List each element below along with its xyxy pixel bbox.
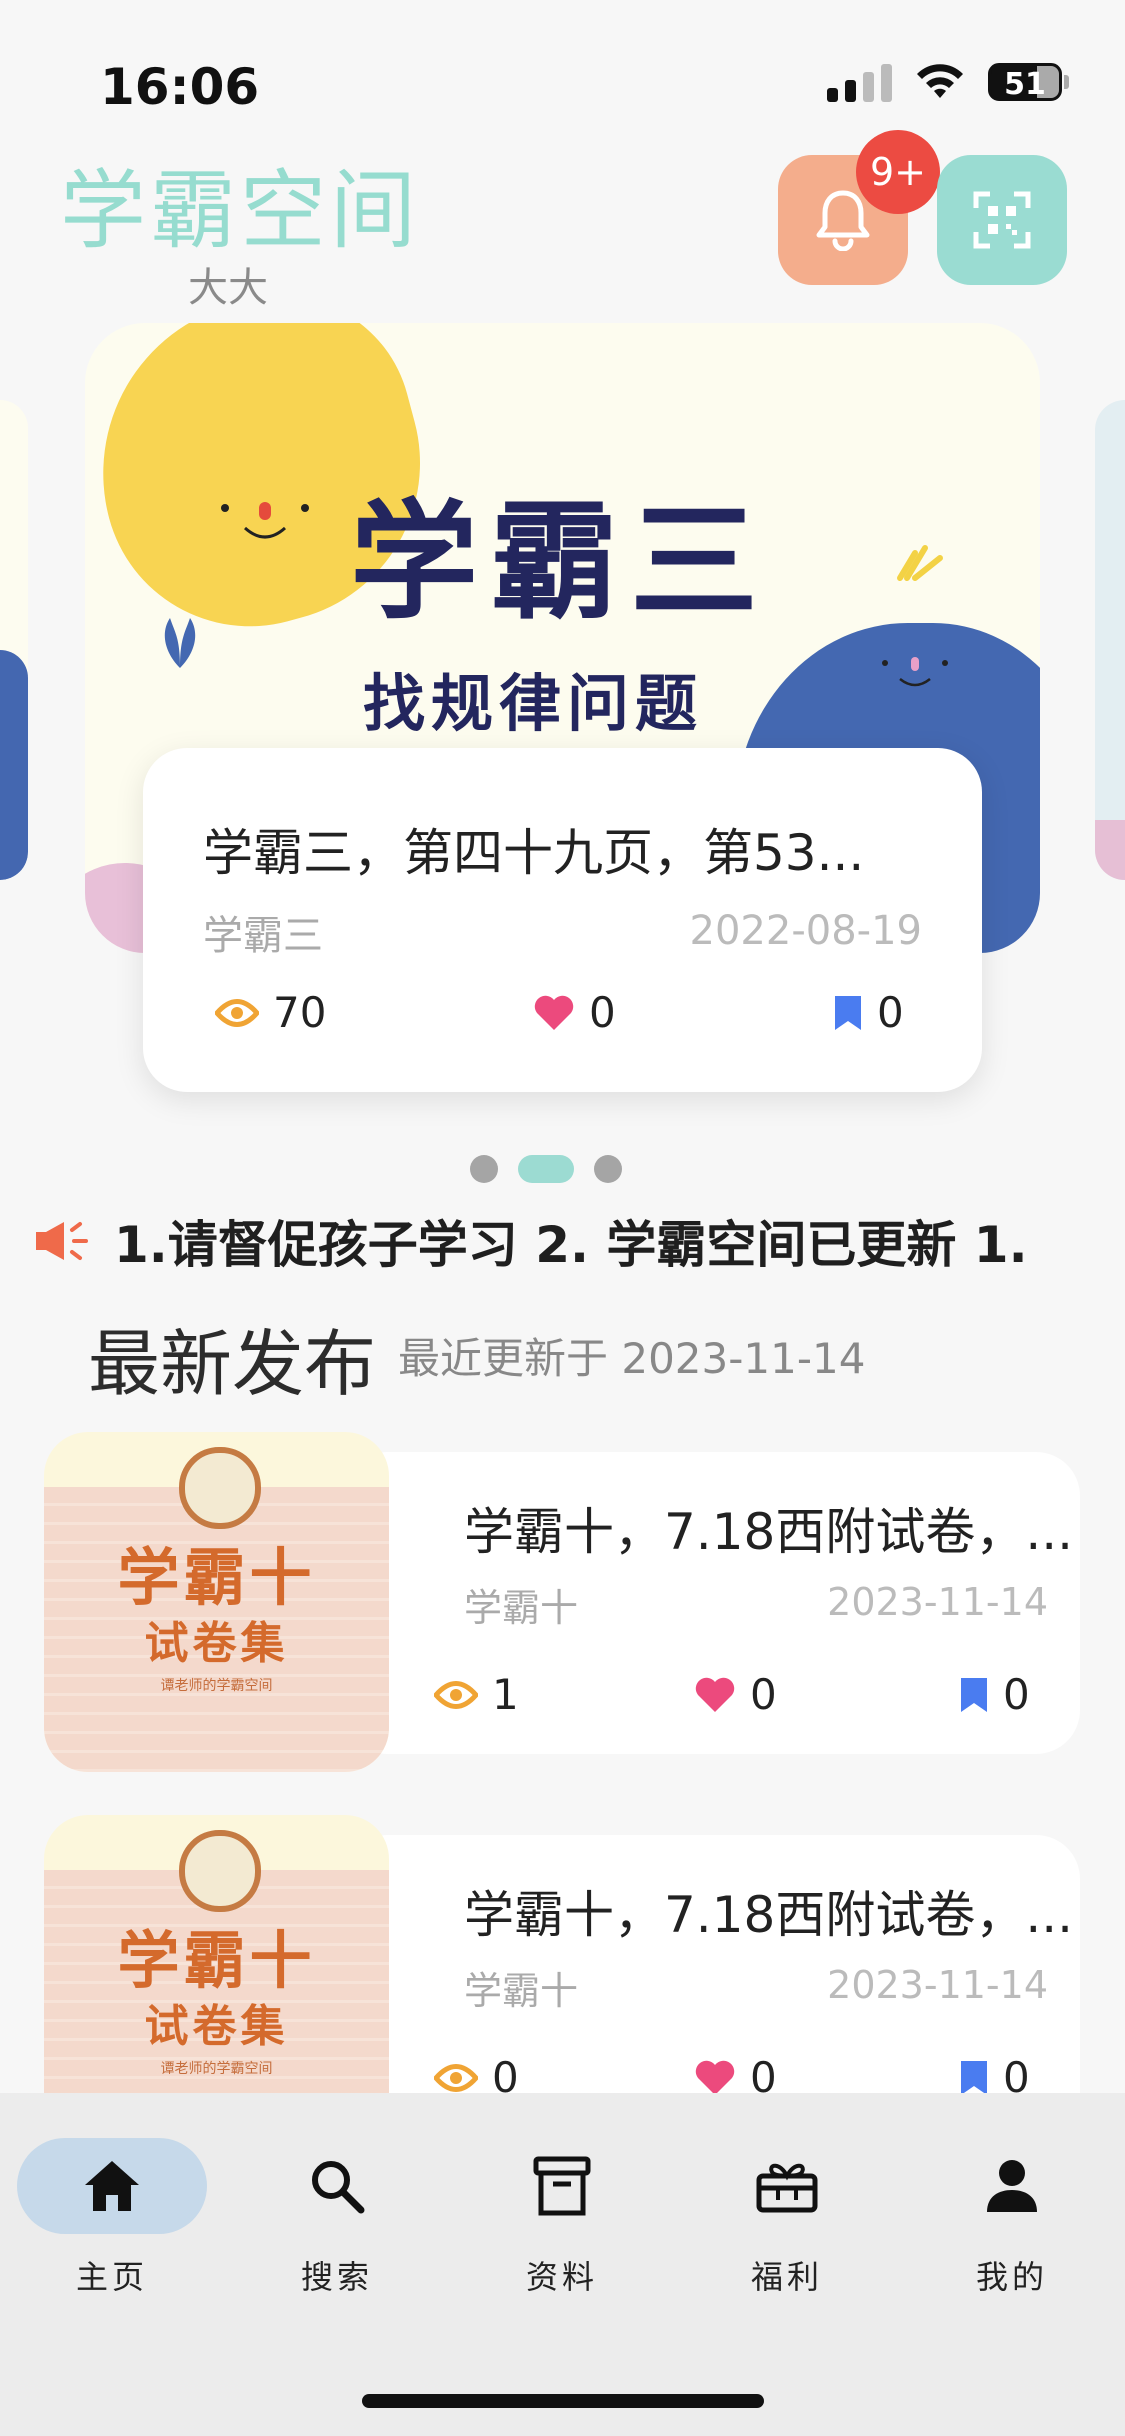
eye-icon (434, 1680, 478, 1709)
thumbnail-subtitle: 试卷集 (144, 1618, 289, 1669)
carousel-pagination (470, 1155, 622, 1183)
list-item-likes-count: 0 (750, 1670, 777, 1719)
battery-tip (1064, 75, 1069, 89)
list-item-title: 学霸十，7.18西附试卷，... (464, 1503, 1074, 1561)
featured-tag: 学霸三 (203, 913, 323, 959)
smile-face-illustration (221, 502, 309, 539)
search-icon (312, 2161, 365, 2214)
sparkle-illustration (897, 545, 943, 581)
pagination-dot-3[interactable] (594, 1155, 622, 1183)
featured-views: 70 (215, 988, 326, 1037)
tab-search[interactable]: 搜索 (242, 2138, 432, 2298)
home-indicator (362, 2394, 764, 2408)
featured-date: 2022-08-19 (689, 908, 922, 954)
thumbnail-title: 学霸十 (117, 1924, 316, 1997)
featured-likes: 0 (533, 988, 616, 1037)
list-item-title: 学霸十，7.18西附试卷，... (464, 1886, 1074, 1944)
list-item-date: 2023-11-14 (827, 1580, 1048, 1624)
blue-blob-face (882, 657, 948, 687)
featured-likes-count: 0 (589, 988, 616, 1037)
thumbnail-caption: 谭老师的学霸空间 (160, 1678, 273, 1694)
megaphone-icon (36, 1222, 88, 1260)
app-title: 学霸空间 (60, 161, 420, 261)
tab-materials[interactable]: 资料 (467, 2138, 657, 2298)
featured-article-card[interactable]: 学霸三，第四十九页，第53... 学霸三 2022-08-19 70 0 0 (143, 748, 982, 1092)
battery-icon: 51 (988, 63, 1062, 101)
banner-subtitle: 找规律问题 (363, 667, 704, 740)
list-item-date: 2023-11-14 (827, 1963, 1048, 2007)
notice-text: 1.请督促孩子学习 2. 学霸空间已更新 1. (114, 1216, 1028, 1274)
list-item[interactable]: 学霸十 试卷集 谭老师的学霸空间 学霸十，7.18西附试卷，... 学霸十 20… (44, 1432, 1080, 1772)
list-item-bookmarks-count: 0 (1003, 1670, 1030, 1719)
app-subtitle: 大大 (188, 265, 268, 311)
heart-icon (695, 1677, 735, 1712)
list-item-tag: 学霸十 (464, 1969, 579, 2013)
list-item-bookmarks: 0 (959, 1670, 1030, 1719)
featured-views-count: 70 (273, 988, 327, 1037)
status-icons: 51 (827, 62, 1069, 102)
section-subtitle: 最近更新于 2023-11-14 (398, 1334, 866, 1383)
list-item-views: 1 (434, 1670, 519, 1719)
thumbnail-title: 学霸十 (117, 1541, 316, 1614)
section-title: 最新发布 (88, 1322, 377, 1406)
home-icon (85, 2161, 139, 2211)
wifi-icon (917, 64, 963, 98)
status-time: 16:06 (100, 58, 260, 116)
eye-icon (434, 2063, 478, 2092)
gift-icon (756, 2163, 818, 2213)
pagination-dot-2[interactable] (518, 1155, 574, 1183)
scan-button[interactable] (937, 155, 1067, 285)
battery-level: 51 (1004, 67, 1046, 102)
list-item-thumbnail: 学霸十 试卷集 谭老师的学霸空间 (44, 1432, 389, 1772)
tab-benefits[interactable]: 福利 (692, 2138, 882, 2298)
bookmark-icon (961, 1677, 987, 1712)
featured-bookmarks-count: 0 (877, 988, 904, 1037)
thumbnail-caption: 谭老师的学霸空间 (160, 2061, 273, 2077)
carousel-next-slide[interactable] (1095, 400, 1125, 880)
notice-marquee[interactable]: 1.请督促孩子学习 2. 学霸空间已更新 1. (32, 1205, 1028, 1277)
tab-home[interactable]: 主页 (17, 2138, 207, 2298)
tab-profile[interactable]: 我的 (917, 2138, 1107, 2298)
list-item[interactable]: 学霸十 试卷集 谭老师的学霸空间 学霸十，7.18西附试卷，... 学霸十 20… (44, 1815, 1080, 2155)
tab-label: 我的 (975, 2258, 1048, 2296)
bell-icon (816, 190, 870, 251)
list-item-views-count: 1 (492, 1670, 519, 1719)
user-icon (987, 2160, 1037, 2212)
thumbnail-subtitle: 试卷集 (144, 2001, 289, 2052)
archive-icon (533, 2156, 591, 2216)
bookmark-icon (961, 2060, 987, 2095)
featured-title: 学霸三，第四十九页，第53... (203, 824, 865, 882)
tab-label: 搜索 (300, 2258, 373, 2296)
featured-bookmarks: 0 (833, 988, 904, 1037)
tab-label: 主页 (75, 2258, 148, 2296)
bottom-tab-bar: 主页 搜索 资料 福利 我的 (0, 2093, 1125, 2436)
leaf-illustration (164, 618, 196, 668)
scan-icon (973, 191, 1031, 249)
tab-label: 福利 (750, 2258, 823, 2296)
eye-icon (215, 998, 259, 1027)
heart-icon (534, 995, 574, 1030)
clock-icon (179, 1447, 261, 1529)
carousel-prev-slide[interactable] (0, 400, 28, 880)
pagination-dot-1[interactable] (470, 1155, 498, 1183)
bookmark-icon (835, 995, 861, 1030)
cellular-signal-icon (827, 62, 892, 102)
clock-icon (179, 1830, 261, 1912)
heart-icon (695, 2060, 735, 2095)
tab-label: 资料 (525, 2258, 598, 2296)
banner-title: 学霸三 (350, 488, 771, 637)
list-item-tag: 学霸十 (464, 1586, 579, 1630)
list-item-likes: 0 (694, 1670, 777, 1719)
notification-badge: 9+ (856, 130, 940, 214)
